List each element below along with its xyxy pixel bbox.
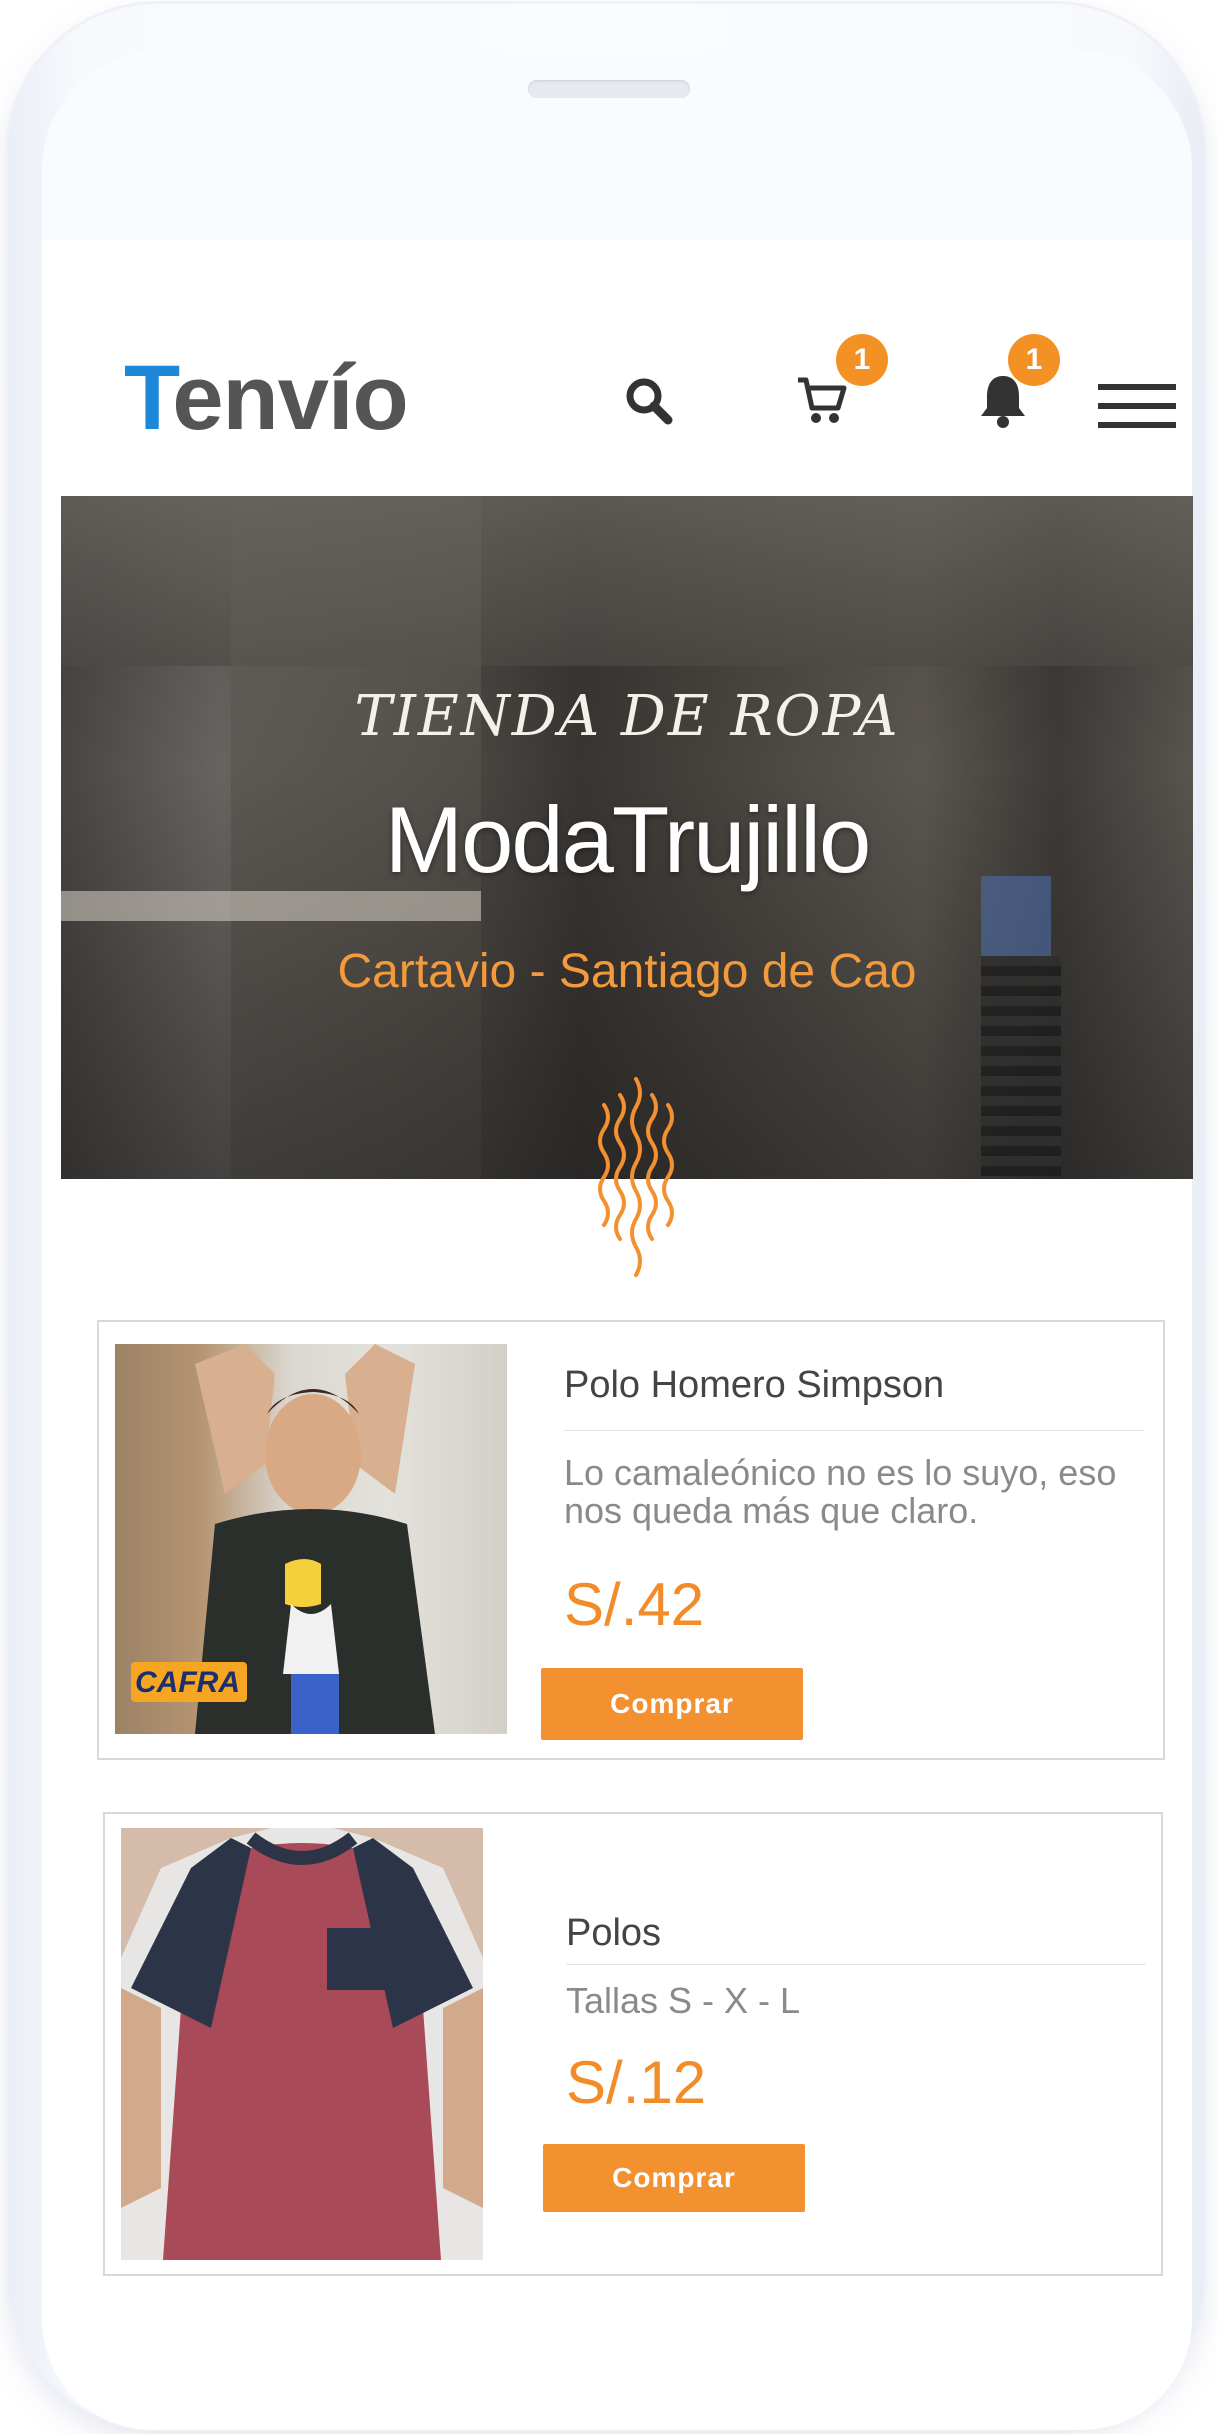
cart-badge: 1 [836, 334, 888, 386]
product-price: S/.42 [564, 1571, 705, 1638]
status-bar [42, 50, 1192, 240]
product-card[interactable]: CAFRA Polo Homero Simpson Lo camaleónico… [97, 1320, 1165, 1760]
app-header: Tenvío 1 1 [42, 240, 1192, 490]
brand-logo[interactable]: Tenvío [124, 352, 409, 444]
phone-speaker [528, 80, 690, 98]
product-card[interactable]: Polos Tallas S - X - L S/.12 Comprar [103, 1812, 1163, 2276]
buy-button[interactable]: Comprar [541, 1668, 803, 1740]
title-divider [564, 1430, 1144, 1431]
hero-shelf [61, 891, 481, 921]
cart-icon[interactable] [794, 372, 850, 428]
search-icon[interactable] [622, 374, 676, 428]
product-image[interactable] [121, 1828, 483, 2260]
product-description: Tallas S - X - L [566, 1980, 801, 2021]
product-title[interactable]: Polos [566, 1912, 661, 1955]
hamburger-menu-icon[interactable] [1098, 384, 1176, 428]
hero-subtitle: TIENDA DE ROPA [354, 684, 900, 749]
store-name: ModaTrujillo [384, 787, 871, 892]
image-brand-label: CAFRA [135, 1666, 240, 1699]
logo-text: envío [172, 347, 408, 449]
product-price: S/.12 [566, 2049, 707, 2116]
model-shirt-illustration [121, 1828, 483, 2260]
product-description: Lo camaleónico no es lo suyo, eso nos qu… [564, 1452, 1117, 1531]
decorative-divider-icon [590, 1075, 680, 1285]
product-image[interactable]: CAFRA [115, 1344, 507, 1734]
product-title[interactable]: Polo Homero Simpson [564, 1364, 944, 1407]
notification-badge: 1 [1008, 334, 1060, 386]
store-location: Cartavio - Santiago de Cao [337, 945, 917, 998]
buy-button[interactable]: Comprar [543, 2144, 805, 2212]
logo-letter: T [124, 347, 173, 449]
title-divider [566, 1964, 1146, 1965]
